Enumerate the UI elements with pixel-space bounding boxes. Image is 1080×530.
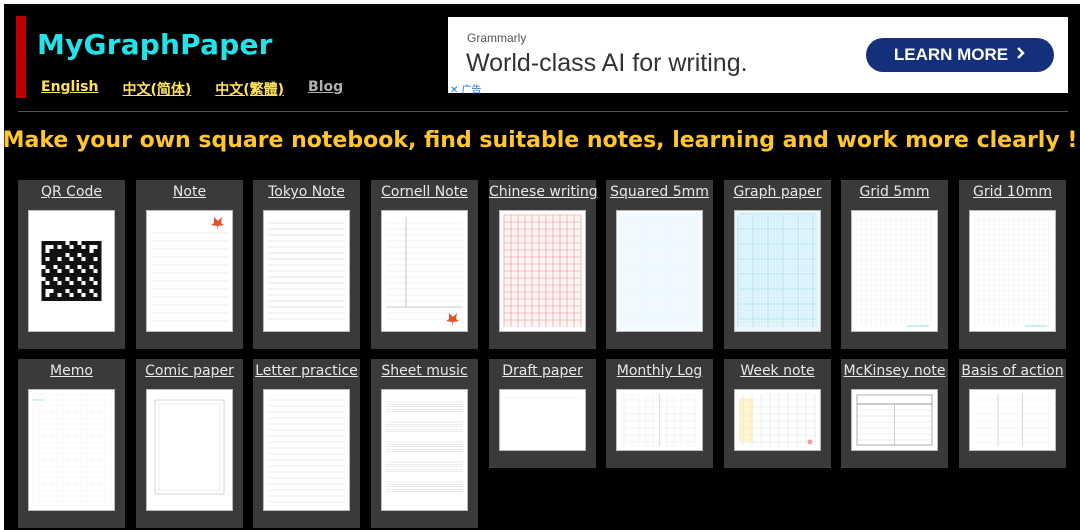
template-card-tokyo-note[interactable]: Tokyo Note bbox=[253, 180, 360, 349]
template-card-grid-5mm[interactable]: Grid 5mm bbox=[841, 180, 948, 349]
template-link[interactable]: Week note bbox=[724, 363, 831, 379]
ad-brand: Grammarly bbox=[467, 31, 527, 45]
template-card-cornell-note[interactable]: Cornell Note bbox=[371, 180, 478, 349]
template-link[interactable]: Memo bbox=[18, 363, 125, 379]
template-card-graph-paper[interactable]: Graph paper bbox=[724, 180, 831, 349]
template-card-sheet-music[interactable]: Sheet music bbox=[371, 359, 478, 528]
template-card-note[interactable]: Note bbox=[136, 180, 243, 349]
template-link[interactable]: McKinsey note bbox=[841, 363, 948, 379]
template-link[interactable]: Comic paper bbox=[136, 363, 243, 379]
template-link[interactable]: Graph paper bbox=[724, 184, 831, 200]
nav-link-chinese-traditional[interactable]: 中文(繁體) bbox=[215, 79, 284, 99]
language-nav: English 中文(简体) 中文(繁體) Blog bbox=[41, 79, 367, 99]
template-link[interactable]: Grid 10mm bbox=[959, 184, 1066, 200]
nav-link-blog[interactable]: Blog bbox=[308, 79, 343, 99]
template-link[interactable]: Sheet music bbox=[371, 363, 478, 379]
template-card-squared-5mm[interactable]: Squared 5mm bbox=[606, 180, 713, 349]
nav-link-chinese-simplified[interactable]: 中文(简体) bbox=[122, 79, 191, 99]
advertisement-banner[interactable]: Grammarly World-class AI for writing. LE… bbox=[448, 17, 1068, 96]
template-preview-thumbnail[interactable] bbox=[28, 210, 115, 332]
template-card-qr-code[interactable]: QR Code bbox=[18, 180, 125, 349]
template-card-mckinsey-note[interactable]: McKinsey note bbox=[841, 359, 948, 468]
template-preview-thumbnail[interactable] bbox=[381, 210, 468, 332]
template-card-comic-paper[interactable]: Comic paper bbox=[136, 359, 243, 528]
template-preview-thumbnail[interactable] bbox=[146, 210, 233, 332]
template-card-grid-10mm[interactable]: Grid 10mm bbox=[959, 180, 1066, 349]
template-link[interactable]: Basis of action bbox=[959, 363, 1066, 379]
template-link[interactable]: QR Code bbox=[18, 184, 125, 200]
template-preview-thumbnail[interactable] bbox=[499, 210, 586, 332]
template-card-basis-of-action[interactable]: Basis of action bbox=[959, 359, 1066, 468]
template-link[interactable]: Draft paper bbox=[489, 363, 596, 379]
template-link[interactable]: Grid 5mm bbox=[841, 184, 948, 200]
template-link[interactable]: Letter practice bbox=[253, 363, 360, 379]
nav-link-english[interactable]: English bbox=[41, 79, 98, 99]
template-link[interactable]: Note bbox=[136, 184, 243, 200]
template-preview-thumbnail[interactable] bbox=[851, 210, 938, 332]
template-preview-thumbnail[interactable] bbox=[28, 389, 115, 511]
template-preview-thumbnail[interactable] bbox=[734, 389, 821, 451]
template-card-draft-paper[interactable]: Draft paper bbox=[489, 359, 596, 468]
template-link[interactable]: Tokyo Note bbox=[253, 184, 360, 200]
template-card-letter-practice[interactable]: Letter practice bbox=[253, 359, 360, 528]
ad-close-icon[interactable]: ✕ 广告 bbox=[450, 81, 482, 96]
template-preview-thumbnail[interactable] bbox=[499, 389, 586, 451]
template-link[interactable]: Cornell Note bbox=[371, 184, 478, 200]
template-preview-thumbnail[interactable] bbox=[616, 389, 703, 451]
template-card-chinese-writing[interactable]: Chinese writing bbox=[489, 180, 598, 349]
ad-headline: World-class AI for writing. bbox=[466, 49, 748, 77]
template-card-week-note[interactable]: Week note bbox=[724, 359, 831, 468]
template-card-monthly-log[interactable]: Monthly Log bbox=[606, 359, 713, 468]
ad-learn-more-button[interactable]: LEARN MORE bbox=[866, 38, 1054, 72]
template-preview-thumbnail[interactable] bbox=[263, 210, 350, 332]
logo-accent-bar bbox=[16, 16, 26, 98]
template-preview-thumbnail[interactable] bbox=[969, 210, 1056, 332]
template-preview-thumbnail[interactable] bbox=[263, 389, 350, 511]
template-card-memo[interactable]: Memo bbox=[18, 359, 125, 528]
template-preview-thumbnail[interactable] bbox=[969, 389, 1056, 451]
left-border bbox=[0, 0, 4, 530]
site-logo[interactable]: MyGraphPaper bbox=[37, 28, 273, 61]
template-preview-thumbnail[interactable] bbox=[146, 389, 233, 511]
header-divider bbox=[18, 111, 1068, 112]
chevron-right-icon bbox=[1016, 45, 1026, 65]
page-headline: Make your own square notebook, find suit… bbox=[2, 128, 1078, 153]
ad-button-label: LEARN MORE bbox=[893, 45, 1009, 64]
top-border bbox=[0, 0, 1080, 4]
template-preview-thumbnail[interactable] bbox=[616, 210, 703, 332]
template-link[interactable]: Monthly Log bbox=[606, 363, 713, 379]
template-preview-thumbnail[interactable] bbox=[734, 210, 821, 332]
template-link[interactable]: Chinese writing bbox=[489, 184, 598, 200]
template-link[interactable]: Squared 5mm bbox=[606, 184, 713, 200]
template-preview-thumbnail[interactable] bbox=[381, 389, 468, 511]
template-preview-thumbnail[interactable] bbox=[851, 389, 938, 451]
